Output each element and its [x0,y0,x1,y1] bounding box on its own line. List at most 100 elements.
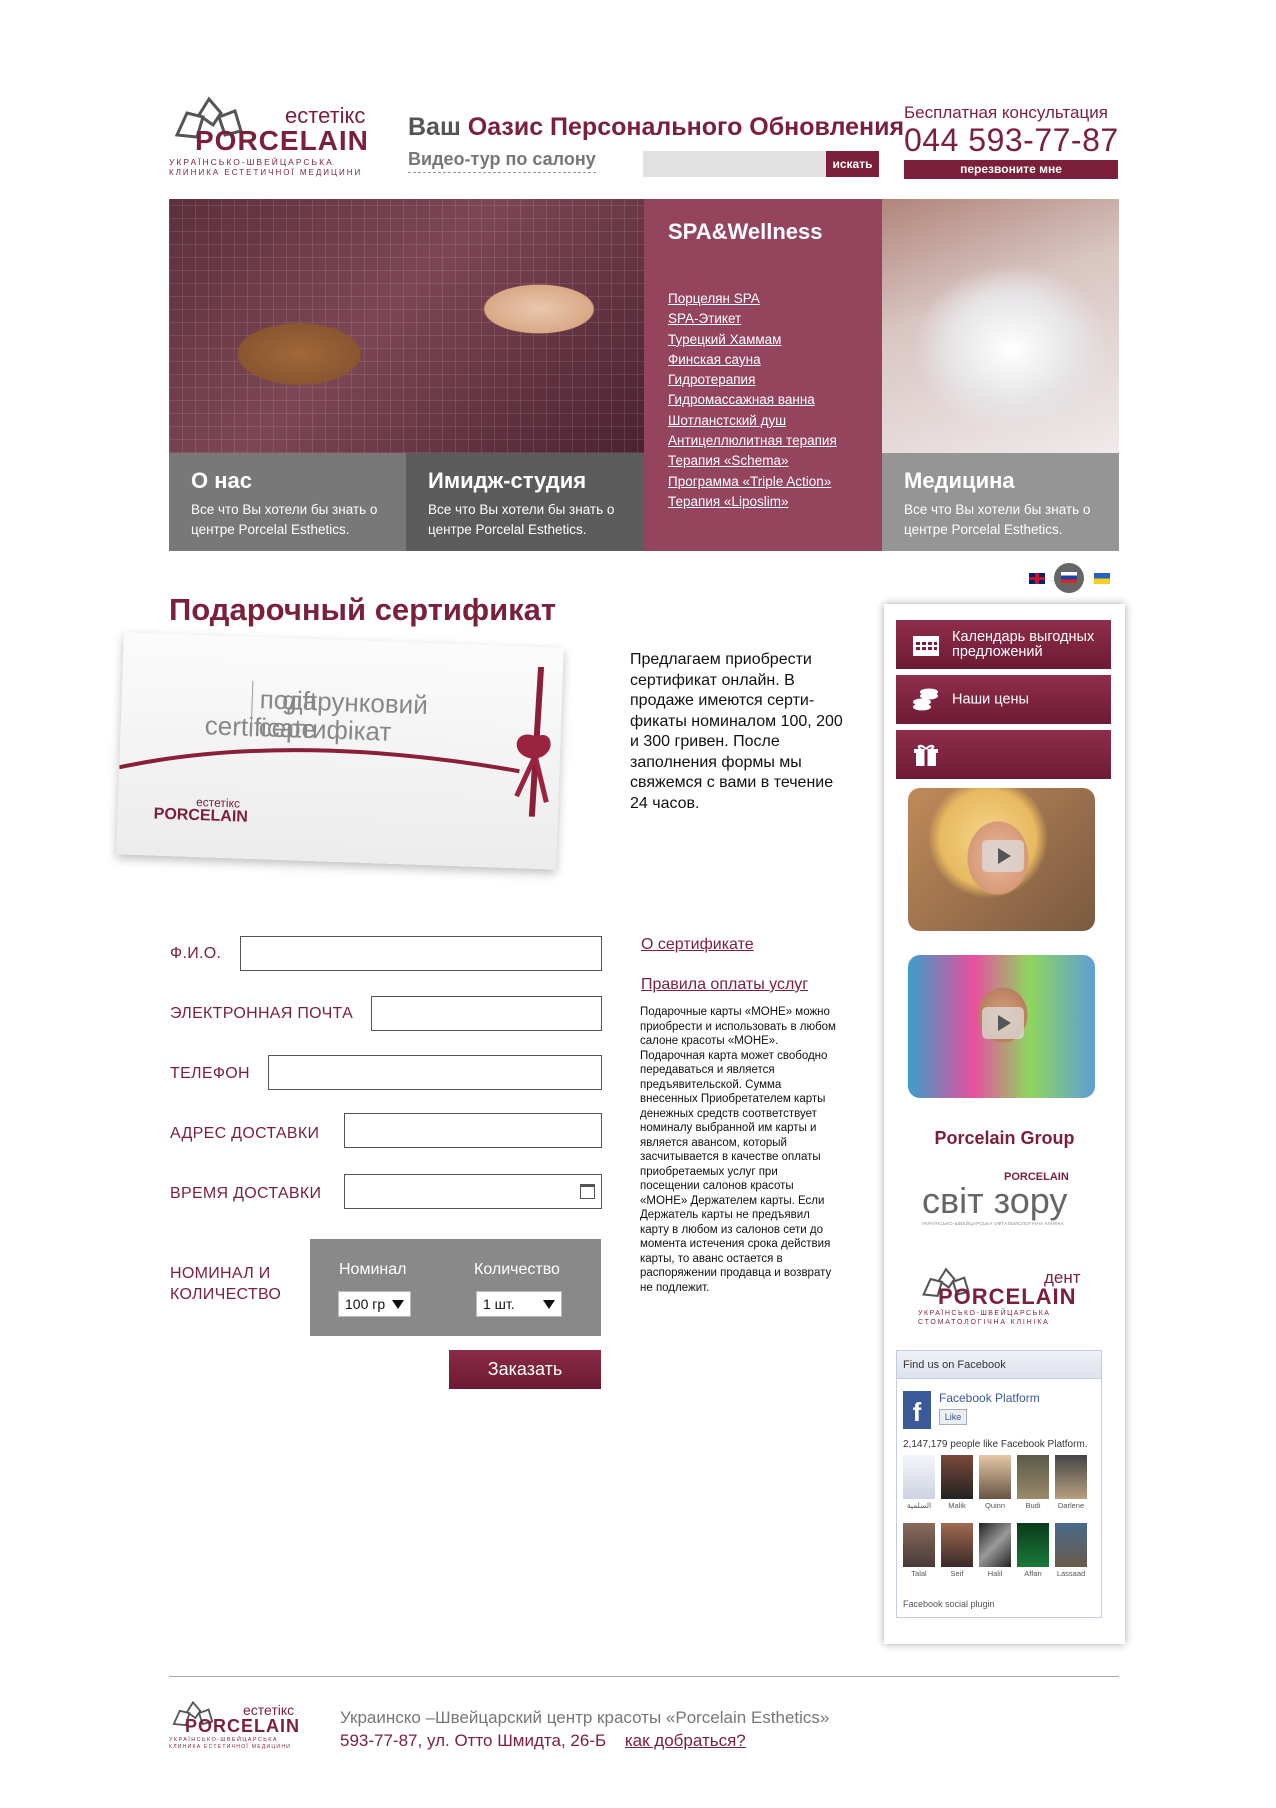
fan-avatar[interactable] [979,1523,1011,1567]
spa-link[interactable]: Антицеллюлитная терапия [668,431,858,451]
address-label: АДРЕС ДОСТАВКИ [170,1125,320,1142]
directions-link[interactable]: как добраться? [625,1731,746,1750]
cert-ribbon [514,666,551,817]
spa-link[interactable]: Программа «Triple Action» [668,472,858,492]
fan-name: Budi [1025,1501,1041,1510]
footer-address: 593-77-87, ул. Отто Шмидта, 26-Б [340,1731,607,1750]
logo-tagline-1: УКРАЇНСЬКО-ШВЕЙЦАРСЬКА [169,157,334,167]
facebook-like-count: 2,147,179 people like Facebook Platform. [903,1439,1088,1450]
flag-ua-icon[interactable] [1094,573,1110,584]
fan-name: Lassaad [1056,1569,1086,1578]
fan-avatar[interactable] [979,1455,1011,1499]
spa-link[interactable]: Финская сауна [668,350,858,370]
callback-button[interactable]: перезвоните мне [904,160,1118,179]
footer-logo-tagline-1: УКРАЇНСЬКО-ШВЕЙЦАРСЬКА [169,1737,278,1743]
spa-link[interactable]: Турецкий Хаммам [668,330,858,350]
gift-button[interactable] [896,730,1111,779]
facebook-widget-header: Find us on Facebook [897,1351,1101,1379]
partner-1-main: світ зору [922,1180,1068,1221]
delivery-time-field[interactable] [344,1174,602,1209]
chevron-down-icon [392,1300,404,1309]
spa-link[interactable]: Порцелян SPA [668,289,858,309]
phone-label: ТЕЛЕФОН [170,1065,250,1082]
play-icon[interactable] [982,1007,1024,1039]
qty-label: НОМИНАЛ И КОЛИЧЕСТВО [170,1263,281,1305]
video-thumbnail-2[interactable] [908,955,1095,1098]
about-certificate-link[interactable]: О сертификате [641,936,754,954]
spa-link[interactable]: Гидромассажная ванна [668,390,858,410]
fan-name: Seif [950,1569,964,1578]
fan-avatar[interactable] [1017,1455,1049,1499]
partner-dent-logo[interactable]: дент PORCELAIN УКРАЇНСЬКО-ШВЕЙЦАРСЬКА СТ… [918,1264,1093,1326]
calendar-icon[interactable] [580,1184,595,1199]
name-label: Ф.И.О. [170,945,222,962]
site-logo[interactable]: естетікс PORCELAIN УКРАЇНСЬКО-ШВЕЙЦАРСЬК… [169,95,394,180]
tile-image-studio[interactable]: Имидж-студия Все что Вы хотели бы знать … [406,453,644,551]
tile-about[interactable]: О нас Все что Вы хотели бы знать о центр… [169,453,406,551]
footer-contacts: 593-77-87, ул. Отто Шмидта, 26-Б как доб… [340,1731,746,1751]
tile-title: О нас [191,468,252,493]
prices-label: Наши цены [952,691,1029,707]
hero-banner: SPA&Wellness Порцелян SPA SPA-Этикет Тур… [169,199,1119,551]
fan-name: Darlene [1057,1501,1085,1510]
spa-link[interactable]: Терапия «Liposlim» [668,492,858,512]
phone-number: 044 593-77-87 [904,122,1119,158]
tile-medicine[interactable]: Медицина Все что Вы хотели бы знать о це… [882,453,1119,551]
facebook-page-link[interactable]: Facebook Platform [939,1391,1040,1405]
fan-avatar[interactable] [903,1455,935,1499]
fan-avatar[interactable] [1017,1523,1049,1567]
foam-photo [882,199,1119,453]
partner-svit-zoru-logo[interactable]: PORCELAIN світ зору УКРАЇНСЬКО-ШВЕЙЦАРСЬ… [922,1169,1092,1231]
search-input[interactable] [643,151,826,177]
group-title: Porcelain Group [934,1128,1075,1148]
certificate-image: gift certificate подарунковий сертифікат… [116,632,564,870]
spa-link[interactable]: SPA-Этикет [668,309,858,329]
fan-avatar[interactable] [1055,1455,1087,1499]
nominal-select[interactable]: 100 гр [338,1291,411,1317]
fan-name: Quinn [984,1501,1005,1510]
play-icon[interactable] [982,840,1024,872]
fan-name: السلمية [906,1501,932,1510]
fan-avatar[interactable] [1055,1523,1087,1567]
video-tour-link[interactable]: Видео-тур по салону [408,149,596,173]
footer-company: Украинско –Швейцарский центр красоты «Po… [340,1708,830,1727]
page-title: Подарочный сертификат [169,592,557,627]
facebook-plugin-label: Facebook social plugin [903,1599,995,1609]
flag-en-icon[interactable] [1029,573,1045,584]
quantity-header: Количество [474,1261,560,1278]
quantity-select[interactable]: 1 шт. [476,1291,562,1317]
tile-title: Имидж-студия [428,468,587,493]
video-thumbnail-1[interactable] [908,788,1095,931]
nominal-quantity-panel: Номинал Количество 100 гр 1 шт. [310,1239,601,1336]
prices-button[interactable]: Наши цены [896,675,1111,724]
facebook-logo-icon[interactable]: f [903,1391,931,1429]
email-field[interactable] [371,996,602,1031]
chevron-down-icon [543,1300,555,1309]
phone-field[interactable] [268,1055,602,1090]
intro-text: Предлагаем приобрести сертификат онлайн.… [630,651,843,812]
search-button[interactable]: искать [826,151,879,177]
fan-name: Malik [948,1501,966,1510]
footer-logo[interactable]: естетікс PORCELAIN УКРАЇНСЬКО-ШВЕЙЦАРСЬК… [169,1700,309,1750]
fan-avatar[interactable] [941,1523,973,1567]
address-field[interactable] [344,1113,602,1148]
fan-avatar[interactable] [903,1523,935,1567]
spa-link[interactable]: Терапия «Schema» [668,451,858,471]
name-field[interactable] [240,936,602,971]
calendar-offers-button[interactable]: Календарь выгодных предложений [896,620,1111,669]
facebook-like-button[interactable]: Like [939,1409,967,1425]
order-button[interactable]: Заказать [449,1350,601,1389]
qty-label-line-2: КОЛИЧЕСТВО [170,1286,282,1303]
payment-rules-link[interactable]: Правила оплаты услуг [641,976,808,994]
header-slogan: Ваш Оазис Персонального Обновления [408,113,904,142]
fan-avatar[interactable] [941,1455,973,1499]
spa-link[interactable]: Гидротерапия [668,370,858,390]
logo-brand: PORCELAIN [195,125,369,156]
partner-1-tag: УКРАЇНСЬКО-ШВЕЙЦАРСЬКА ОФТАЛЬМОЛОГІЧНА К… [922,1221,1064,1226]
spa-link[interactable]: Шотланстский душ [668,411,858,431]
spa-photo [169,199,644,453]
partner-2-main: PORCELAIN [938,1284,1077,1309]
calendar-offers-label: Календарь выгодных предложений [952,628,1095,660]
cert-logo-brand: PORCELAIN [153,805,249,826]
flag-ru-icon[interactable] [1061,572,1077,583]
